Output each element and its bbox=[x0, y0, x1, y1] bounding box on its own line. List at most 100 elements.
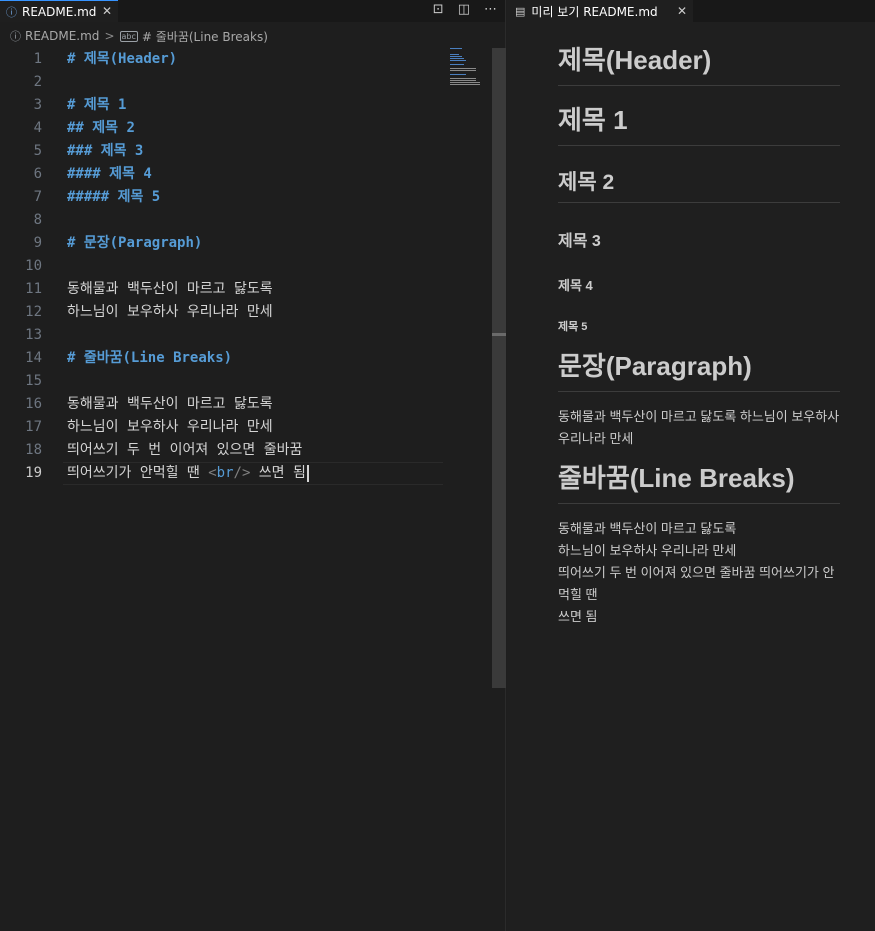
minimap-line bbox=[450, 64, 464, 65]
line-text: ## 제목 2 bbox=[67, 120, 135, 136]
code-line[interactable]: 5 ### 제목 3 bbox=[0, 140, 490, 163]
current-code-line[interactable]: 19 띄어쓰기가 안먹힐 땐 <br/> 쓰면 됨 bbox=[0, 462, 490, 485]
chevron-right-icon: > bbox=[104, 29, 115, 43]
line-text: 띄어쓰기가 안먹힐 땐 <br/> 쓰면 됨 bbox=[67, 462, 309, 485]
line-text: ### 제목 3 bbox=[67, 143, 144, 159]
line-number: 2 bbox=[33, 74, 42, 90]
line-number: 17 bbox=[25, 419, 42, 435]
editor-actions: ⊡ ◫ ⋯ bbox=[433, 2, 497, 17]
minimap-line bbox=[450, 56, 462, 57]
line-number: 19 bbox=[25, 465, 42, 481]
info-icon: ⓘ bbox=[6, 5, 17, 19]
code-line[interactable]: 15 bbox=[0, 370, 490, 393]
line-text: # 줄바꿈(Line Breaks) bbox=[67, 350, 233, 366]
preview-h3: 제목 3 bbox=[558, 233, 601, 250]
line-number: 8 bbox=[33, 212, 42, 228]
tag-name: br bbox=[216, 465, 234, 481]
line-number: 4 bbox=[33, 120, 42, 136]
code-line[interactable]: 6 #### 제목 4 bbox=[0, 163, 490, 186]
preview-pane: ▤ 미리 보기 README.md ✕ 제목(Header) 제목 1 제목 2… bbox=[507, 0, 875, 931]
info-icon: ⓘ bbox=[10, 30, 21, 43]
line-number: 13 bbox=[25, 327, 42, 343]
breadcrumb-symbol[interactable]: # 줄바꿈(Line Breaks) bbox=[142, 28, 268, 45]
code-line[interactable]: 1 # 제목(Header) bbox=[0, 48, 490, 71]
editor-tabbar: ⓘ README.md ✕ ⊡ ◫ ⋯ bbox=[0, 0, 505, 22]
code-line[interactable]: 13 bbox=[0, 324, 490, 347]
code-editor[interactable]: 1 # 제목(Header) 2 3 # 제목 1 4 ## 제목 2 5 ### 제목… bbox=[0, 48, 490, 485]
tab-readme[interactable]: ⓘ README.md ✕ bbox=[0, 0, 118, 22]
minimap-line bbox=[450, 60, 466, 61]
text-cursor bbox=[306, 464, 309, 482]
minimap-line bbox=[450, 84, 480, 85]
code-line[interactable]: 14 # 줄바꿈(Line Breaks) bbox=[0, 347, 490, 370]
more-actions-icon[interactable]: ⋯ bbox=[484, 2, 497, 17]
code-line[interactable]: 3 # 제목 1 bbox=[0, 94, 490, 117]
symbol-string-icon: abc bbox=[119, 30, 138, 42]
minimap-line bbox=[450, 58, 464, 59]
code-line[interactable]: 17 하느님이 보우하사 우리나라 만세 bbox=[0, 416, 490, 439]
preview-tab-label: 미리 보기 README.md bbox=[531, 4, 658, 19]
code-line[interactable]: 2 bbox=[0, 71, 490, 94]
preview-h1-1: 제목 1 bbox=[558, 100, 840, 146]
scrollbar-cursor-marker bbox=[492, 333, 506, 336]
line-number: 18 bbox=[25, 442, 42, 458]
line-number: 14 bbox=[25, 350, 42, 366]
minimap-line bbox=[450, 80, 476, 81]
line-text: # 문장(Paragraph) bbox=[67, 235, 203, 251]
vertical-scrollbar[interactable] bbox=[492, 48, 506, 688]
preview-tabbar: ▤ 미리 보기 README.md ✕ bbox=[507, 0, 875, 22]
text-after-tag: 쓰면 됨 bbox=[250, 465, 306, 481]
breadcrumb-file[interactable]: README.md bbox=[25, 29, 99, 43]
text-before-tag: 띄어쓰기가 안먹힐 땐 bbox=[67, 465, 209, 481]
line-number: 6 bbox=[33, 166, 42, 182]
preview-h4: 제목 4 bbox=[558, 278, 593, 293]
line-text: # 제목(Header) bbox=[67, 51, 178, 67]
minimap-line bbox=[450, 74, 466, 75]
line-number: 3 bbox=[33, 97, 42, 113]
preview-h1-linebreaks: 줄바꿈(Line Breaks) bbox=[558, 458, 840, 504]
line-number: 5 bbox=[33, 143, 42, 159]
tag-open-bracket: < bbox=[208, 465, 217, 481]
code-line[interactable]: 10 bbox=[0, 255, 490, 278]
code-line[interactable]: 11 동해물과 백두산이 마르고 닳도록 bbox=[0, 278, 490, 301]
close-icon[interactable]: ✕ bbox=[102, 4, 112, 18]
markdown-preview: 제목(Header) 제목 1 제목 2 제목 3 제목 4 제목 5 문장(P… bbox=[558, 34, 840, 628]
tab-preview[interactable]: ▤ 미리 보기 README.md ✕ bbox=[507, 0, 693, 22]
code-line[interactable]: 8 bbox=[0, 209, 490, 232]
line-number: 1 bbox=[33, 51, 42, 67]
code-line[interactable]: 12 하느님이 보우하사 우리나라 만세 bbox=[0, 301, 490, 324]
line-number: 11 bbox=[25, 281, 42, 297]
breadcrumb: ⓘ README.md > abc # 줄바꿈(Line Breaks) bbox=[0, 25, 490, 47]
preview-h2: 제목 2 bbox=[558, 166, 840, 203]
minimap-line bbox=[450, 68, 476, 69]
preview-line: 하느님이 보우하사 우리나라 만세 bbox=[558, 543, 737, 558]
line-number: 9 bbox=[33, 235, 42, 251]
line-number: 15 bbox=[25, 373, 42, 389]
line-text: 하느님이 보우하사 우리나라 만세 bbox=[67, 304, 273, 320]
open-preview-icon[interactable]: ⊡ bbox=[433, 2, 444, 17]
line-text: 하느님이 보우하사 우리나라 만세 bbox=[67, 419, 273, 435]
split-editor-icon[interactable]: ◫ bbox=[458, 2, 470, 17]
code-line[interactable]: 7 ##### 제목 5 bbox=[0, 186, 490, 209]
preview-paragraph: 동해물과 백두산이 마르고 닳도록 하느님이 보우하사 우리나라 만세 bbox=[558, 409, 840, 446]
tab-label: README.md bbox=[22, 4, 97, 19]
preview-line: 띄어쓰기 두 번 이어져 있으면 줄바꿈 띄어쓰기가 안먹힐 땐 bbox=[558, 565, 835, 602]
minimap[interactable] bbox=[450, 48, 490, 88]
preview-h1-paragraph: 문장(Paragraph) bbox=[558, 346, 840, 392]
line-number: 16 bbox=[25, 396, 42, 412]
preview-line: 동해물과 백두산이 마르고 닳도록 bbox=[558, 521, 737, 536]
minimap-line bbox=[450, 82, 480, 83]
close-icon[interactable]: ✕ bbox=[677, 4, 687, 18]
tag-close-bracket: /> bbox=[233, 465, 251, 481]
line-text: 동해물과 백두산이 마르고 닳도록 bbox=[67, 396, 273, 412]
code-line[interactable]: 18 띄어쓰기 두 번 이어져 있으면 줄바꿈 bbox=[0, 439, 490, 462]
minimap-line bbox=[450, 54, 459, 55]
code-line[interactable]: 16 동해물과 백두산이 마르고 닳도록 bbox=[0, 393, 490, 416]
line-number: 12 bbox=[25, 304, 42, 320]
line-text: 띄어쓰기 두 번 이어져 있으면 줄바꿈 bbox=[67, 442, 303, 458]
code-line[interactable]: 4 ## 제목 2 bbox=[0, 117, 490, 140]
line-text: # 제목 1 bbox=[67, 97, 127, 113]
line-text: 동해물과 백두산이 마르고 닳도록 bbox=[67, 281, 273, 297]
line-number: 7 bbox=[33, 189, 42, 205]
code-line[interactable]: 9 # 문장(Paragraph) bbox=[0, 232, 490, 255]
